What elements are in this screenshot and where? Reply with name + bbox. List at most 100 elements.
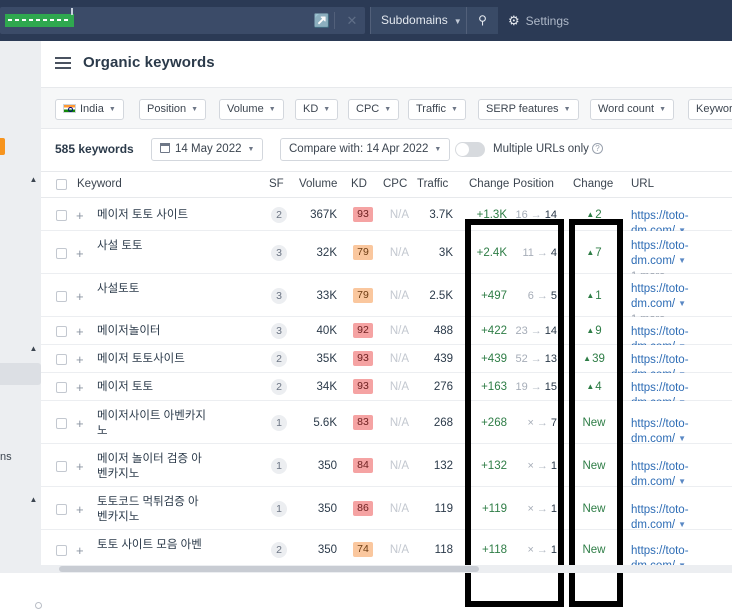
row-checkbox[interactable] <box>56 326 67 337</box>
table-row[interactable]: + 토토 사이트 모음 아벤 2 350 74 N/A 118 +118 × → 1 New https… <box>41 530 732 572</box>
chevron-down-icon[interactable]: ▼ <box>678 520 686 529</box>
row-checkbox[interactable] <box>56 291 67 302</box>
add-keyword-icon[interactable]: + <box>76 544 84 557</box>
table-row[interactable]: + 메이저사이트 아벤카지노 1 5.6K 83 N/A 268 +268 × → 7 New http… <box>41 401 732 447</box>
row-checkbox[interactable] <box>56 248 67 259</box>
column-header-kd[interactable]: KD <box>351 178 367 190</box>
filter-keyword-label: Keyword <box>696 103 732 115</box>
collapse-caret-icon-3[interactable]: ▲ <box>29 495 38 504</box>
navbar-divider <box>334 12 335 29</box>
table-row[interactable]: + 메이저 놀이터 검증 아벤카지노 1 350 84 N/A 132 +132 × → 1 New h… <box>41 444 732 490</box>
chevron-down-icon[interactable]: ▼ <box>678 299 686 308</box>
volume-cell: 33K <box>316 290 337 302</box>
scrollbar-thumb[interactable] <box>59 566 479 572</box>
chevron-down-icon[interactable]: ▼ <box>678 434 686 443</box>
add-keyword-icon[interactable]: + <box>76 381 84 394</box>
table-row[interactable]: + 메이저놀이터 3 40K 92 N/A 488 +422 23 → 14 ▲9 https://to… <box>41 317 732 353</box>
add-keyword-icon[interactable]: + <box>76 503 84 516</box>
row-checkbox[interactable] <box>56 461 67 472</box>
column-header-traffic[interactable]: Traffic <box>417 178 448 190</box>
filter-word-count[interactable]: Word count ▼ <box>590 99 674 120</box>
traffic-change-cell: +132 <box>481 460 507 472</box>
filter-serp-features[interactable]: SERP features ▼ <box>478 99 579 120</box>
filter-country-label: India <box>80 103 104 115</box>
sf-badge: 3 <box>271 323 287 339</box>
keyword-cell[interactable]: 메이저놀이터 <box>97 324 209 339</box>
row-checkbox[interactable] <box>56 504 67 515</box>
table-row[interactable]: + 메이저 토토사이트 2 35K 93 N/A 439 +439 52 → 13 ▲39 https:… <box>41 345 732 381</box>
column-header-keyword[interactable]: Keyword <box>77 178 122 190</box>
add-keyword-icon[interactable]: + <box>76 247 84 260</box>
add-keyword-icon[interactable]: + <box>76 417 84 430</box>
filter-cpc[interactable]: CPC ▼ <box>348 99 400 120</box>
column-header-cpc[interactable]: CPC <box>383 178 407 190</box>
settings-button[interactable]: ⚙ Settings <box>508 7 569 34</box>
row-checkbox[interactable] <box>56 354 67 365</box>
keyword-cell[interactable]: 토토 사이트 모음 아벤 <box>97 538 209 553</box>
keyword-cell[interactable]: 토토코드 먹튀검증 아벤카지노 <box>97 495 209 525</box>
chevron-down-icon[interactable]: ▼ <box>678 256 686 265</box>
position-change-cell: New <box>582 503 606 515</box>
add-keyword-icon[interactable]: + <box>76 290 84 303</box>
collapse-caret-icon-1[interactable]: ▲ <box>29 175 38 184</box>
keyword-cell[interactable]: 사설 토토 <box>97 239 209 254</box>
filter-traffic[interactable]: Traffic ▼ <box>408 99 466 120</box>
collapse-caret-icon-2[interactable]: ▲ <box>29 344 38 353</box>
external-link-icon[interactable]: ↗️ <box>308 7 336 34</box>
column-header-volume[interactable]: Volume <box>299 178 337 190</box>
help-icon[interactable]: ? <box>592 143 603 154</box>
top-navbar: ↗️ ✕ Subdomains ▼ ⚲ ⚙ Settings <box>0 0 732 41</box>
column-header-sf[interactable]: SF <box>269 178 284 190</box>
row-checkbox[interactable] <box>56 382 67 393</box>
column-header-position[interactable]: Position <box>513 178 554 190</box>
filter-kd[interactable]: KD ▼ <box>295 99 339 120</box>
row-checkbox[interactable] <box>56 418 67 429</box>
filter-keyword[interactable]: Keyword▼ <box>688 99 732 120</box>
url-cell[interactable]: https://toto-dm.com/▼ <box>631 460 732 490</box>
filter-country[interactable]: India ▼ <box>55 99 124 120</box>
hamburger-icon[interactable] <box>55 57 71 70</box>
url-cell[interactable]: https://toto-dm.com/▼ <box>631 417 732 447</box>
keyword-cell[interactable]: 메이저 놀이터 검증 아벤카지노 <box>97 452 209 482</box>
subdomains-dropdown[interactable]: Subdomains ▼ <box>370 7 472 34</box>
date-picker[interactable]: 14 May 2022 ▼ <box>151 138 264 161</box>
text-cursor <box>71 8 73 15</box>
filter-position[interactable]: Position ▼ <box>139 99 207 120</box>
row-checkbox[interactable] <box>56 210 67 221</box>
keyword-cell[interactable]: 메이저 토토 <box>97 380 209 395</box>
keyword-cell[interactable]: 메이저 토토 사이트 <box>97 208 209 223</box>
column-header-change-position[interactable]: Change <box>573 178 613 190</box>
table-body: + 메이저 토토 사이트 2 367K 93 N/A 3.7K +1.3K 16 → 14 ▲2 htt… <box>41 198 732 572</box>
compare-label: Compare with: 14 Apr 2022 <box>289 143 429 155</box>
filter-volume[interactable]: Volume ▼ <box>219 99 284 120</box>
table-row[interactable]: + 사설토토 3 33K 79 N/A 2.5K +497 6 → 5 ▲1 https://toto-… <box>41 274 732 325</box>
sf-badge: 3 <box>271 245 287 261</box>
kd-badge: 74 <box>353 542 373 557</box>
table-row[interactable]: + 토토코드 먹튀검증 아벤카지노 1 350 86 N/A 119 +119 × → 1 New ht… <box>41 487 732 533</box>
position-change-cell: ▲4 <box>586 381 602 393</box>
add-keyword-icon[interactable]: + <box>76 353 84 366</box>
add-keyword-icon[interactable]: + <box>76 209 84 222</box>
table-row[interactable]: + 메이저 토토 사이트 2 367K 93 N/A 3.7K +1.3K 16 → 14 ▲2 htt… <box>41 198 732 237</box>
add-keyword-icon[interactable]: + <box>76 460 84 473</box>
compare-date-picker[interactable]: Compare with: 14 Apr 2022 ▼ <box>280 138 451 161</box>
table-row[interactable]: + 메이저 토토 2 34K 93 N/A 276 +163 19 → 15 ▲4 https://to… <box>41 373 732 409</box>
search-button[interactable]: ⚲ <box>466 7 498 34</box>
multiple-urls-toggle[interactable] <box>455 142 485 157</box>
chevron-down-icon[interactable]: ▼ <box>678 477 686 486</box>
select-all-checkbox[interactable] <box>56 179 67 190</box>
row-checkbox[interactable] <box>56 545 67 556</box>
close-icon[interactable]: ✕ <box>338 7 366 34</box>
table-row[interactable]: + 사설 토토 3 32K 79 N/A 3K +2.4K 11 → 4 ▲7 https://toto… <box>41 231 732 282</box>
column-header-change-traffic[interactable]: Change <box>469 178 509 190</box>
url-cell[interactable]: https://toto-dm.com/▼ <box>631 503 732 533</box>
add-keyword-icon[interactable]: + <box>76 325 84 338</box>
keyword-cell[interactable]: 메이저사이트 아벤카지노 <box>97 409 209 439</box>
sidebar-active-item[interactable] <box>0 363 41 385</box>
keyword-cell[interactable]: 사설토토 <box>97 282 209 297</box>
horizontal-scrollbar[interactable] <box>41 565 732 573</box>
keyword-cell[interactable]: 메이저 토토사이트 <box>97 352 209 367</box>
position-cell: × → 1 <box>527 503 557 515</box>
column-header-url[interactable]: URL <box>631 178 654 190</box>
sidebar-footer-icon[interactable] <box>35 602 42 609</box>
